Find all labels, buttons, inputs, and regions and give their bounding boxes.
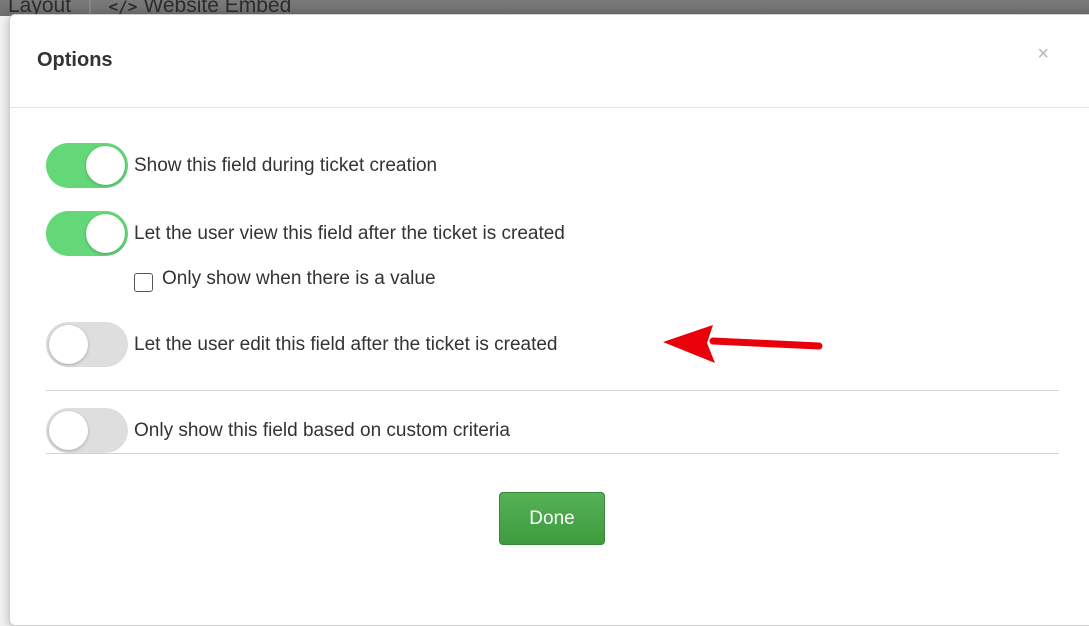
- toggle-custom-criteria[interactable]: [46, 408, 128, 453]
- checkbox-label: Only show when there is a value: [162, 267, 436, 289]
- option-custom-criteria: Only show this field based on custom cri…: [46, 408, 510, 453]
- only-show-value-checkbox[interactable]: [134, 273, 153, 292]
- option-user-edit: Let the user edit this field after the t…: [46, 322, 558, 367]
- close-icon[interactable]: ×: [1037, 43, 1049, 66]
- toggle-user-edit[interactable]: [46, 322, 128, 367]
- toggle-knob: [49, 411, 88, 450]
- modal-title: Options: [37, 49, 113, 71]
- done-button[interactable]: Done: [499, 492, 605, 545]
- toggle-knob: [86, 214, 125, 253]
- option-user-view: Let the user view this field after the t…: [46, 211, 565, 256]
- toggle-show-during-creation[interactable]: [46, 143, 128, 188]
- option-label: Let the user view this field after the t…: [134, 222, 565, 244]
- option-label: Show this field during ticket creation: [134, 154, 438, 176]
- divider: [46, 453, 1059, 454]
- options-modal: Options × Show this field during ticket …: [9, 14, 1089, 626]
- option-label: Only show this field based on custom cri…: [134, 419, 510, 441]
- option-show-during-creation: Show this field during ticket creation: [46, 143, 437, 188]
- red-arrow-icon: [663, 325, 823, 363]
- option-label: Let the user edit this field after the t…: [134, 333, 558, 355]
- toggle-knob: [49, 325, 88, 364]
- divider: [46, 390, 1059, 391]
- toggle-knob: [86, 146, 125, 185]
- toggle-user-view[interactable]: [46, 211, 128, 256]
- sub-option-only-show-with-value: Only show when there is a value: [134, 265, 436, 292]
- modal-header: Options ×: [10, 15, 1089, 108]
